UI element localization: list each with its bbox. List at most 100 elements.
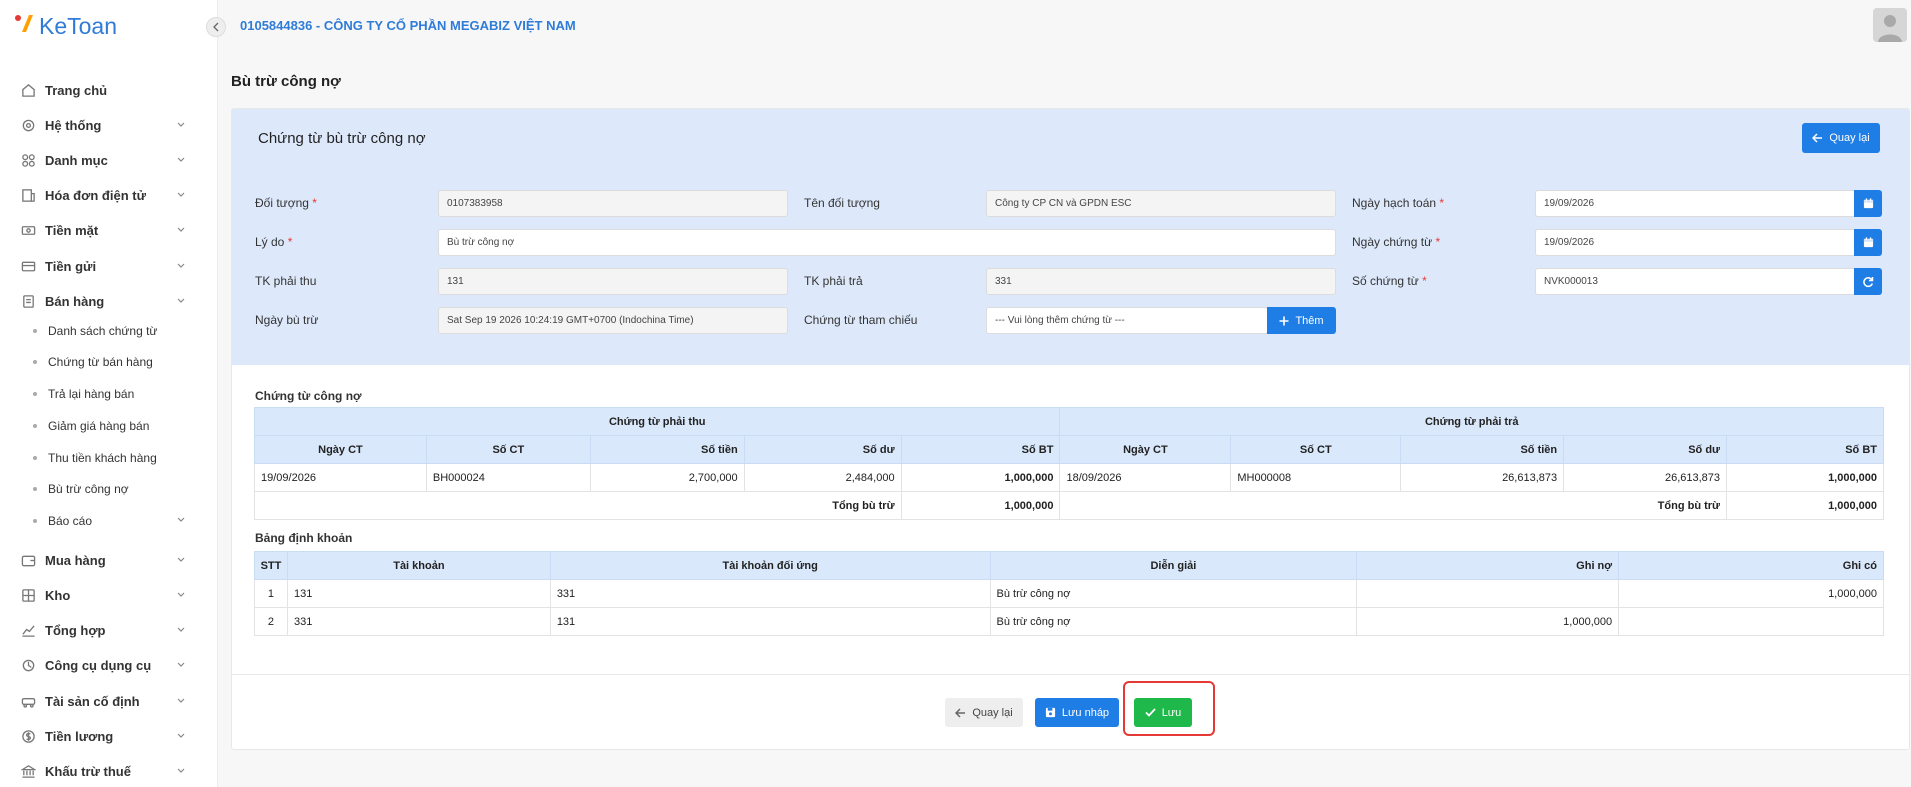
logo[interactable]: KeToan	[13, 12, 117, 40]
card-title: Chứng từ bù trừ công nợ	[258, 130, 426, 147]
plus-icon	[1279, 316, 1289, 325]
ly-do-label: Lý do *	[255, 235, 292, 249]
table-row[interactable]: 19/09/2026 BH000024 2,700,000 2,484,000 …	[254, 463, 1884, 492]
ngay-bu-tru-label: Ngày bù trừ	[255, 313, 319, 327]
sidebar-item-home[interactable]: Trang chủ	[0, 75, 218, 105]
sidebar: KeToan Trang chủ Hệ thống Danh mục Hóa đ…	[0, 0, 218, 787]
bullet-icon	[33, 392, 37, 396]
them-button-label: Thêm	[1295, 314, 1324, 327]
floppy-disk-icon	[1045, 707, 1056, 718]
ngay-chung-tu-calendar-button[interactable]	[1854, 229, 1882, 256]
sidebar-subitem-report[interactable]: Báo cáo	[0, 508, 218, 534]
table-row[interactable]: 2 331 131 Bù trừ công nợ 1,000,000	[254, 607, 1884, 636]
chevron-down-icon	[176, 515, 186, 528]
sidebar-subitem-debt-offset[interactable]: Bù trừ công nợ	[0, 476, 218, 502]
save-draft-button[interactable]: Lưu nháp	[1035, 698, 1119, 727]
table-row[interactable]: 1 131 331 Bù trừ công nợ 1,000,000	[254, 579, 1884, 608]
cell: 1,000,000	[1618, 579, 1884, 608]
chevron-down-icon	[176, 660, 186, 670]
them-button[interactable]: Thêm	[1267, 307, 1336, 334]
sidebar-item-salary[interactable]: Tiền lương	[0, 721, 218, 751]
col-header: Số tiền	[589, 435, 745, 464]
ngay-hach-toan-calendar-button[interactable]	[1854, 190, 1882, 217]
back-button-label: Quay lại	[1829, 132, 1870, 144]
bullet-icon	[33, 487, 37, 491]
back-button-top[interactable]: Quay lại	[1802, 123, 1880, 153]
sidebar-subitem-customer-receipt[interactable]: Thu tiền khách hàng	[0, 445, 218, 471]
sidebar-item-cash[interactable]: Tiền mặt	[0, 215, 218, 245]
calendar-icon	[1863, 237, 1873, 248]
cell: 2,700,000	[589, 463, 745, 492]
so-chung-tu-input[interactable]: NVK000013	[1535, 268, 1856, 295]
sidebar-item-label: Tổng hợp	[45, 622, 106, 638]
cell: MH000008	[1230, 463, 1402, 492]
avatar[interactable]	[1873, 8, 1907, 42]
cell-editable[interactable]: 1,000,000	[900, 463, 1061, 492]
bullet-icon	[33, 329, 37, 333]
home-icon	[20, 82, 37, 99]
cell-editable[interactable]: 1,000,000	[1726, 463, 1884, 492]
ten-doi-tuong-input[interactable]: Công ty CP CN và GPDN ESC	[986, 190, 1336, 217]
sidebar-item-warehouse[interactable]: Kho	[0, 580, 218, 610]
col-header: Ngày CT	[1059, 435, 1232, 464]
sidebar-subitem-label: Danh sách chứng từ	[48, 324, 158, 338]
doi-tuong-input[interactable]: 0107383958	[438, 190, 788, 217]
cell	[1356, 579, 1620, 608]
col-header: Tài khoản đối ứng	[549, 551, 991, 580]
ly-do-label-text: Lý do	[255, 235, 285, 249]
chevron-down-icon	[176, 120, 186, 130]
cell: Bù trừ công nợ	[989, 579, 1358, 608]
sidebar-item-fixed-assets[interactable]: Tài sản cố định	[0, 686, 218, 716]
sidebar-item-catalog[interactable]: Danh mục	[0, 145, 218, 175]
ngay-hach-toan-label-text: Ngày hạch toán	[1352, 196, 1437, 210]
back-button[interactable]: Quay lại	[945, 698, 1023, 727]
logo-text: KeToan	[39, 12, 118, 39]
sidebar-subitem-sales-document[interactable]: Chứng từ bán hàng	[0, 349, 218, 375]
sidebar-collapse-button[interactable]	[206, 17, 226, 37]
sidebar-item-tools[interactable]: Công cụ dụng cụ	[0, 650, 218, 680]
ngay-hach-toan-input[interactable]: 19/09/2026	[1535, 190, 1856, 217]
sidebar-item-label: Trang chủ	[45, 82, 108, 98]
chevron-down-icon	[176, 261, 186, 271]
sidebar-item-label: Bán hàng	[45, 293, 105, 309]
back-button-label: Quay lại	[972, 706, 1013, 719]
cell	[1618, 607, 1884, 636]
total-row: Tổng bù trừ 1,000,000 Tổng bù trừ 1,000,…	[254, 491, 1884, 520]
sidebar-item-tax-deduction[interactable]: Khấu trừ thuế	[0, 756, 218, 786]
sidebar-item-e-invoice[interactable]: Hóa đơn điện tử	[0, 180, 218, 210]
ly-do-input[interactable]: Bù trừ công nợ	[438, 229, 1336, 256]
sidebar-item-label: Tiền mặt	[45, 222, 99, 238]
col-header: Số BT	[900, 435, 1061, 464]
grid-icon	[20, 152, 37, 169]
entry-header-row: STT Tài khoản Tài khoản đối ứng Diễn giả…	[254, 551, 1884, 580]
col-header: Ngày CT	[254, 435, 427, 464]
chung-tu-tham-chieu-input[interactable]: --- Vui lòng thêm chứng từ ---	[986, 307, 1268, 334]
sidebar-item-summary[interactable]: Tổng hợp	[0, 615, 218, 645]
form-header: Chứng từ bù trừ công nợ Quay lại Đối tượ…	[232, 109, 1909, 365]
sidebar-item-purchase[interactable]: Mua hàng	[0, 545, 218, 575]
required-mark: *	[312, 196, 317, 210]
sidebar-item-deposit[interactable]: Tiền gửi	[0, 251, 218, 281]
required-mark: *	[1435, 235, 1441, 249]
company-title[interactable]: 0105844836 - CÔNG TY CỔ PHẦN MEGABIZ VIỆ…	[240, 18, 576, 33]
ngay-bu-tru-input[interactable]: Sat Sep 19 2026 10:24:19 GMT+0700 (Indoc…	[438, 307, 788, 334]
sidebar-subitem-sales-return[interactable]: Trả lại hàng bán	[0, 381, 218, 407]
tk-phai-tra-input[interactable]: 331	[986, 268, 1336, 295]
sidebar-item-label: Kho	[45, 587, 71, 603]
sidebar-item-system[interactable]: Hệ thống	[0, 110, 218, 140]
chart-line-icon	[20, 622, 37, 639]
total-value-payable: 1,000,000	[1726, 491, 1884, 520]
sidebar-subitem-document-list[interactable]: Danh sách chứng từ	[0, 318, 218, 344]
so-chung-tu-refresh-button[interactable]	[1854, 268, 1882, 295]
total-label-receivable: Tổng bù trừ	[254, 491, 902, 520]
sidebar-item-label: Mua hàng	[45, 552, 106, 568]
warehouse-icon	[20, 587, 37, 604]
sidebar-item-label: Danh mục	[45, 152, 108, 168]
sidebar-subitem-sales-discount[interactable]: Giảm giá hàng bán	[0, 413, 218, 439]
col-header: Tài khoản	[286, 551, 551, 580]
ngay-chung-tu-input[interactable]: 19/09/2026	[1535, 229, 1856, 256]
sidebar-item-sales[interactable]: Bán hàng	[0, 286, 218, 316]
total-label-payable: Tổng bù trừ	[1059, 491, 1728, 520]
tk-phai-thu-input[interactable]: 131	[438, 268, 788, 295]
chevron-down-icon	[176, 590, 186, 600]
